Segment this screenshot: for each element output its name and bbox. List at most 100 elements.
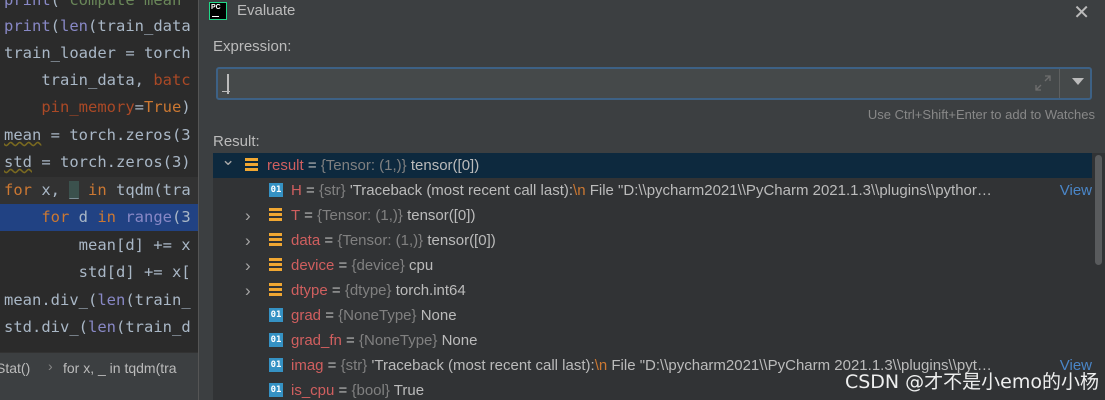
variable-type: {Tensor: (1,)}	[337, 232, 424, 249]
code-line: print(len(train_data	[4, 17, 191, 35]
field-icon	[269, 233, 282, 248]
variable-name: device	[291, 257, 335, 274]
variable-name: imag	[291, 357, 324, 374]
chevron-down-icon[interactable]: ⌄	[221, 153, 235, 172]
watches-hint: Use Ctrl+Shift+Enter to add to Watches	[867, 107, 1095, 122]
variable-value-rest: File "D:\\pycharm2021\\PyCharm 2021.1.3\…	[585, 182, 992, 199]
variable-name: dtype	[291, 282, 328, 299]
code-line-breakpoint: for d in range(3	[0, 204, 200, 231]
variable-value: None	[441, 332, 478, 349]
chevron-right-icon[interactable]: ›	[245, 278, 257, 303]
variable-type: {NoneType}	[338, 307, 417, 324]
field-icon	[245, 158, 258, 173]
primitive-icon: 01	[269, 358, 283, 372]
code-line: pin_memory=True)	[41, 98, 191, 116]
chevron-right-icon[interactable]: ›	[245, 228, 257, 253]
expression-field[interactable]	[216, 67, 1092, 100]
code-line: for x, _ in tqdm(tra	[0, 177, 200, 204]
view-link[interactable]: View	[1057, 178, 1092, 203]
code-line: std.div_(len(train_d	[4, 318, 191, 336]
variable-value: None	[420, 307, 457, 324]
dialog-title: Evaluate	[237, 2, 296, 19]
tree-row[interactable]: › T = {Tensor: (1,)} tensor([0])	[213, 203, 1092, 228]
variable-value: torch.int64	[395, 282, 466, 299]
primitive-icon: 01	[269, 183, 283, 197]
variable-entry: H = {str} 'Traceback (most recent call l…	[291, 182, 992, 199]
result-tree[interactable]: 01 is_cpu = {bool} True 01 imag = {str} 'Tr…	[213, 153, 1105, 400]
variable-entry: T = {Tensor: (1,)} tensor([0])	[291, 207, 476, 224]
code-line: std = torch.zeros(3)	[4, 153, 191, 171]
scrollbar[interactable]	[1092, 153, 1105, 400]
variable-name: grad	[291, 307, 322, 324]
field-icon	[269, 208, 282, 223]
variable-entry: grad_fn = {NoneType} None	[291, 332, 478, 349]
tree-row-selected[interactable]: ⌄ result = {Tensor: (1,)} tensor([0])	[213, 153, 1092, 178]
variable-type: {Tensor: (1,)}	[320, 157, 407, 174]
breadcrumb-item[interactable]: Stat()	[0, 360, 30, 376]
variable-entry: data = {Tensor: (1,)} tensor([0])	[291, 232, 496, 249]
field-icon	[269, 258, 282, 273]
dropdown-divider	[1059, 69, 1060, 98]
variable-value: 'Traceback (most recent call last):	[371, 357, 595, 374]
variable-type: {NoneType}	[358, 332, 438, 349]
chevron-right-icon[interactable]: ›	[245, 253, 257, 278]
field-icon	[269, 283, 282, 298]
variable-name: data	[291, 232, 321, 249]
variable-value: tensor([0])	[427, 232, 496, 249]
breadcrumb-item[interactable]: for x, _ in tqdm(tra	[63, 360, 177, 376]
tree-row[interactable]: › device = {device} cpu	[213, 253, 1092, 278]
newline-escape: \n	[594, 357, 608, 374]
code-line: train_data, batc	[4, 71, 191, 89]
code-line: mean[d] += x	[4, 236, 191, 254]
breadcrumb: Stat() › for x, _ in tqdm(tra	[0, 352, 200, 400]
variable-name: result	[267, 157, 304, 174]
variable-value: tensor([0])	[410, 157, 480, 174]
tree-row[interactable]: › dtype = {dtype} torch.int64	[213, 278, 1092, 303]
variable-type: {str}	[318, 182, 346, 199]
variable-entry: is_cpu = {bool} True	[291, 382, 425, 399]
variable-value: 'Traceback (most recent call last):	[349, 182, 574, 199]
variable-name: H	[291, 182, 302, 199]
code-line: print( compute mean	[4, 0, 182, 9]
code-editor[interactable]: print( compute mean print(len(train_data…	[0, 0, 200, 352]
variable-name: T	[291, 207, 300, 224]
variable-type: {device}	[351, 257, 405, 274]
variable-entry: result = {Tensor: (1,)} tensor([0])	[267, 157, 480, 174]
tree-row[interactable]: 01 grad_fn = {NoneType} None	[213, 328, 1092, 353]
variable-entry: dtype = {dtype} torch.int64	[291, 282, 466, 299]
history-dropdown-icon[interactable]	[1072, 78, 1084, 85]
watermark: CSDN @才不是小emo的小杨	[844, 371, 1099, 393]
variable-type: {dtype}	[344, 282, 392, 299]
expression-input[interactable]	[224, 72, 1024, 96]
variable-type: {bool}	[351, 382, 390, 399]
primitive-icon: 01	[269, 333, 283, 347]
variable-entry: device = {device} cpu	[291, 257, 434, 274]
variable-value: True	[393, 382, 425, 399]
tree-row[interactable]: 01 grad = {NoneType} None	[213, 303, 1092, 328]
result-label: Result:	[213, 133, 260, 150]
text-cursor-underline	[222, 91, 230, 92]
expand-icon[interactable]	[1034, 74, 1052, 92]
primitive-icon: 01	[269, 383, 283, 397]
chevron-right-icon: ›	[48, 358, 53, 374]
code-line: train_loader = torch	[4, 44, 191, 62]
variable-type: {Tensor: (1,)}	[317, 207, 403, 224]
code-line: mean.div_(len(train_	[4, 291, 191, 309]
pycharm-logo-icon: PC	[209, 2, 227, 20]
variable-type: {str}	[340, 357, 368, 374]
primitive-icon: 01	[269, 308, 283, 322]
variable-value: cpu	[409, 257, 434, 274]
evaluate-dialog: PC Evaluate ✕ Expression: Use Ctrl+Shift…	[198, 0, 1105, 400]
tree-row[interactable]: 01 H = {str} 'Traceback (most recent call…	[213, 178, 1092, 203]
variable-name: is_cpu	[291, 382, 335, 399]
variable-value: tensor([0])	[407, 207, 476, 224]
variable-entry: grad = {NoneType} None	[291, 307, 457, 324]
newline-escape: \n	[573, 182, 586, 199]
scrollbar-thumb[interactable]	[1095, 155, 1102, 265]
expression-label: Expression:	[213, 38, 292, 55]
close-icon[interactable]: ✕	[1073, 0, 1090, 25]
tree-row[interactable]: › data = {Tensor: (1,)} tensor([0])	[213, 228, 1092, 253]
code-line: mean = torch.zeros(3	[4, 126, 191, 144]
chevron-right-icon[interactable]: ›	[245, 203, 257, 228]
dialog-titlebar[interactable]: PC Evaluate ✕	[199, 0, 1105, 24]
